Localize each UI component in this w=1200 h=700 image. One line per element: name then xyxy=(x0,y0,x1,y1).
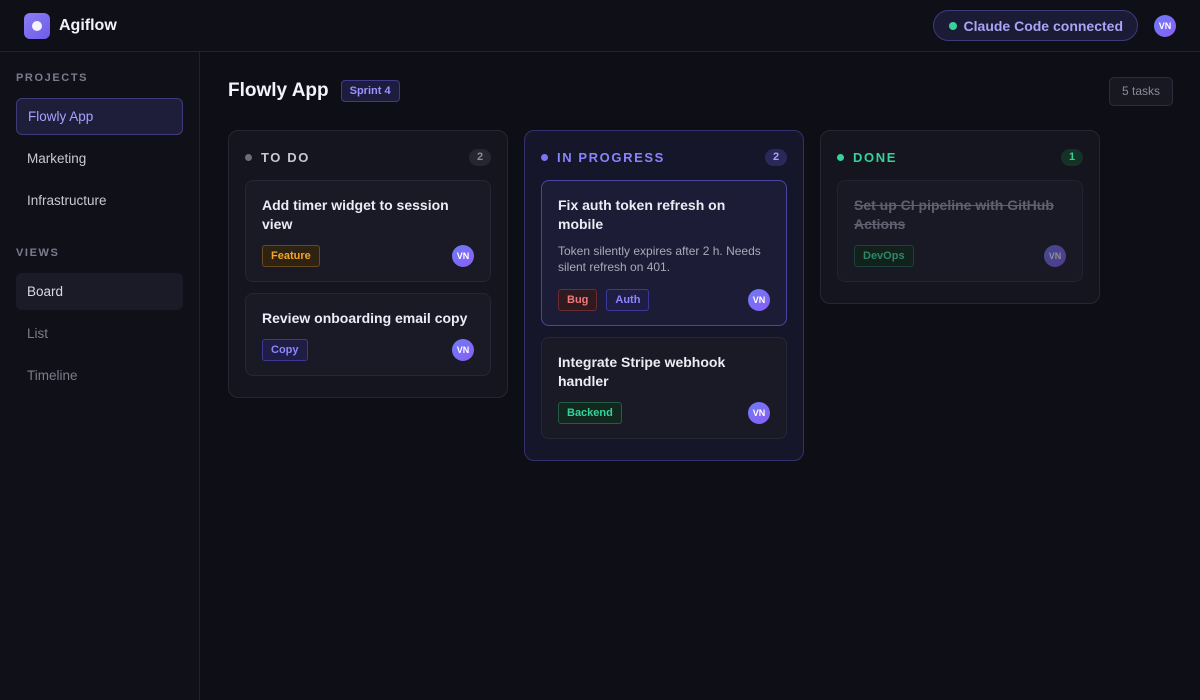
task-card[interactable]: Integrate Stripe webhook handler Backend… xyxy=(541,337,787,439)
tag-feature: Feature xyxy=(262,245,320,267)
sidebar-item-board[interactable]: Board xyxy=(16,273,183,310)
task-description: Token silently expires after 2 h. Needs … xyxy=(558,244,761,274)
status-dot-icon xyxy=(948,21,957,30)
task-count-badge: 5 tasks xyxy=(1108,76,1173,106)
column-status-dot-icon xyxy=(837,153,844,161)
column-status-dot-icon xyxy=(541,153,548,161)
sidebar-item-timeline[interactable]: Timeline xyxy=(16,357,183,394)
projects-heading: PROJECTS xyxy=(16,72,89,84)
column-done: DONE 1 Set up CI pipeline with GitHub Ac… xyxy=(820,130,1100,304)
assignee-avatar: VN xyxy=(1044,245,1066,267)
column-status-dot-icon xyxy=(245,153,252,161)
task-title: Integrate Stripe webhook handler xyxy=(558,354,726,389)
task-card[interactable]: Review onboarding email copy Copy VN xyxy=(245,293,491,376)
kanban-board: TO DO 2 Add timer widget to session view… xyxy=(228,130,1173,461)
sidebar: PROJECTS Flowly App Marketing Infrastruc… xyxy=(0,52,200,700)
views-heading: VIEWS xyxy=(16,247,60,259)
tag-copy: Copy xyxy=(262,339,308,361)
task-title: Add timer widget to session view xyxy=(262,197,449,232)
connection-status-badge[interactable]: Claude Code connected xyxy=(932,10,1138,41)
task-title: Review onboarding email copy xyxy=(262,310,468,326)
column-todo: TO DO 2 Add timer widget to session view… xyxy=(228,130,508,398)
sprint-badge[interactable]: Sprint 4 xyxy=(340,80,400,102)
sidebar-item-list[interactable]: List xyxy=(16,315,183,352)
top-bar: Agiflow Claude Code connected VN xyxy=(0,0,1200,52)
column-in-progress: IN PROGRESS 2 Fix auth token refresh on … xyxy=(524,130,804,461)
sidebar-item-infrastructure[interactable]: Infrastructure xyxy=(16,182,183,219)
column-title: IN PROGRESS xyxy=(557,149,665,165)
tag-bug: Bug xyxy=(558,289,598,311)
column-count-badge: 2 xyxy=(469,148,491,166)
connection-label: Claude Code connected xyxy=(963,17,1123,34)
tag-backend: Backend xyxy=(558,402,622,424)
user-avatar[interactable]: VN xyxy=(1154,14,1176,37)
column-count-badge: 2 xyxy=(765,148,787,166)
task-card[interactable]: Set up CI pipeline with GitHub Actions D… xyxy=(837,180,1083,282)
app-name: Agiflow xyxy=(59,16,117,34)
assignee-avatar: VN xyxy=(452,245,474,267)
app-logo-icon[interactable] xyxy=(24,12,50,39)
column-count-badge: 1 xyxy=(1061,148,1083,166)
tag-devops: DevOps xyxy=(854,245,914,267)
assignee-avatar: VN xyxy=(748,289,770,311)
task-card[interactable]: Fix auth token refresh on mobile Token s… xyxy=(541,180,787,326)
assignee-avatar: VN xyxy=(748,402,770,424)
page-title: Flowly App xyxy=(228,80,329,101)
column-title: TO DO xyxy=(261,149,310,165)
task-title: Set up CI pipeline with GitHub Actions xyxy=(854,197,1054,232)
assignee-avatar: VN xyxy=(452,339,474,361)
column-title: DONE xyxy=(853,149,897,165)
task-title: Fix auth token refresh on mobile xyxy=(558,197,726,232)
sidebar-item-marketing[interactable]: Marketing xyxy=(16,140,183,177)
sidebar-item-flowly-app[interactable]: Flowly App xyxy=(16,98,183,135)
main-content: Flowly App Sprint 4 5 tasks TO DO 2 Add … xyxy=(201,52,1200,700)
tag-auth: Auth xyxy=(606,289,650,311)
board-header: Flowly App Sprint 4 5 tasks xyxy=(228,52,1173,130)
task-card[interactable]: Add timer widget to session view Feature… xyxy=(245,180,491,282)
